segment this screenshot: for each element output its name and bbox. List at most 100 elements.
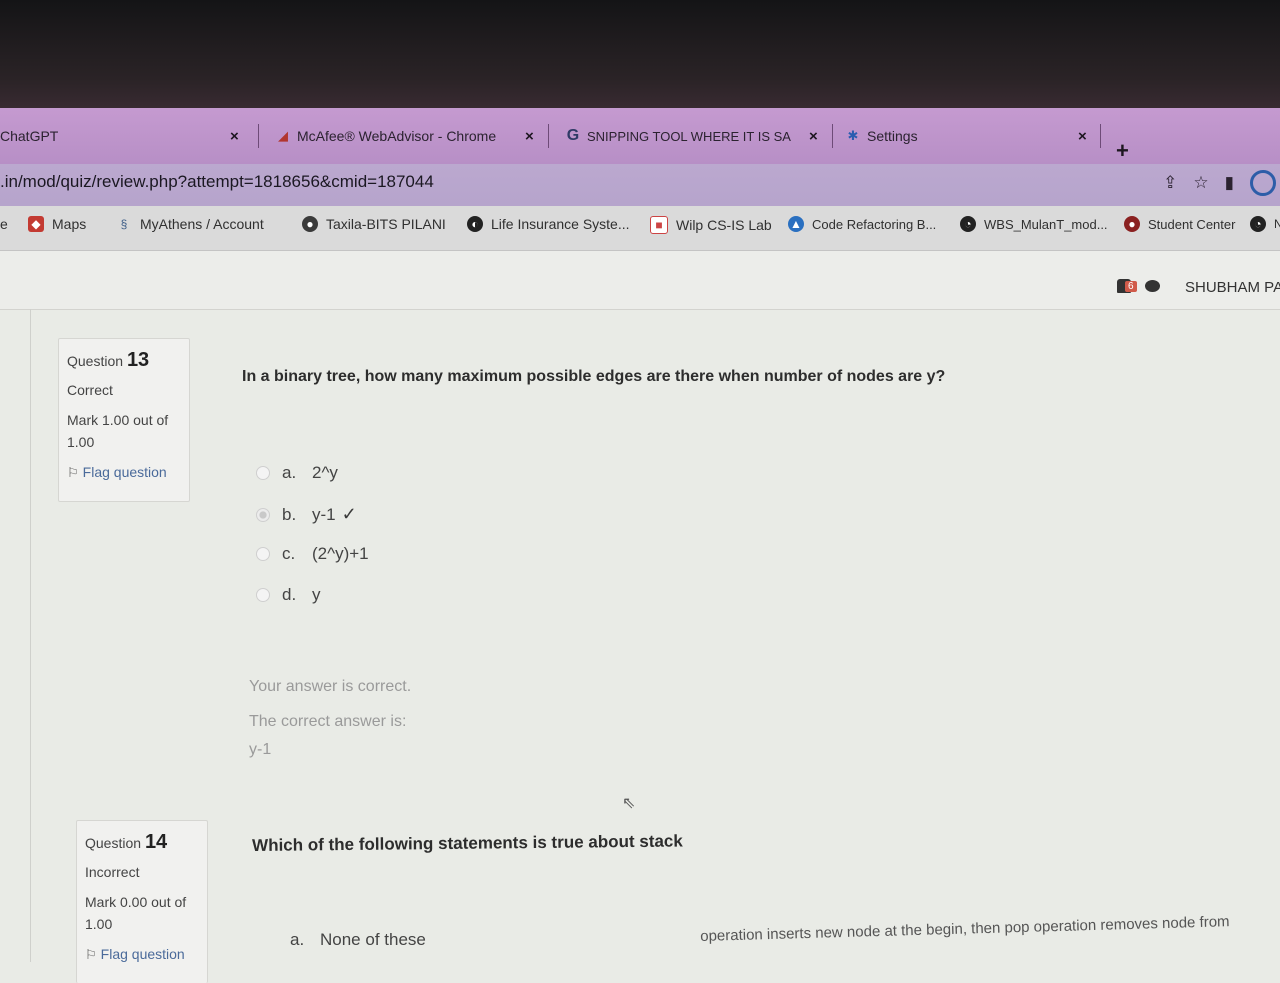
close-icon[interactable]: × (230, 128, 239, 145)
bookmark-label: e (0, 216, 8, 232)
radio-button[interactable] (256, 466, 270, 480)
option-letter: b. (282, 504, 297, 524)
flag-question-button[interactable]: ⚐ Flag question (67, 464, 181, 481)
question-label: Question (67, 353, 124, 369)
feedback-label: The correct answer is: (249, 713, 407, 730)
tab-divider (258, 124, 259, 148)
option-letter: c. (282, 544, 296, 563)
chat-icon[interactable] (1144, 280, 1160, 292)
bookmark-maps[interactable]: ◆ Maps (28, 216, 86, 232)
lab-icon: ■ (650, 216, 668, 234)
mark-max: 1.00 (85, 916, 113, 932)
option-text: y-1 (312, 504, 336, 524)
question-status: Correct (67, 382, 113, 398)
new-tab-button[interactable]: + (1116, 138, 1129, 164)
answer-option-d[interactable]: d. y (256, 585, 321, 605)
tab-mcafee[interactable]: ◢ McAfee® WebAdvisor - Chrome × (276, 122, 544, 150)
question-number: Question 13 (67, 349, 181, 372)
share-icon[interactable]: ⇪ (1163, 173, 1177, 193)
bookmark-code-refactoring[interactable]: ▲ Code Refactoring B... (788, 216, 936, 232)
flag-label: Flag question (100, 946, 185, 962)
bookmark-label: Student Center (1148, 216, 1236, 232)
question-text: Which of the following statements is tru… (252, 831, 683, 855)
option-text: None of these (320, 930, 426, 949)
extension-icon[interactable]: ▮ (1225, 173, 1234, 193)
profile-icon[interactable] (1250, 170, 1276, 196)
flag-question-button[interactable]: ⚐ Flag question (85, 946, 199, 963)
tab-chatgpt[interactable]: ChatGPT × (0, 122, 250, 150)
answer-option-a[interactable]: a. 2^y (256, 463, 338, 483)
bookmark-wilp-lab[interactable]: ■ Wilp CS-IS Lab (650, 216, 772, 234)
mark-text: Mark 0.00 out of (85, 894, 187, 910)
tab-label: SNIPPING TOOL WHERE IT IS SA (587, 128, 791, 144)
bookmark-overflow[interactable]: ◔ N (1250, 216, 1280, 232)
option-text: (2^y)+1 (312, 544, 369, 563)
tab-label: ChatGPT (0, 128, 59, 144)
student-center-icon: ● (1124, 216, 1140, 232)
notifications[interactable]: 6 (1117, 279, 1160, 293)
notification-badge: 6 (1125, 280, 1137, 292)
feedback-correct: Your answer is correct. (249, 678, 412, 695)
tab-divider (1100, 124, 1101, 148)
close-icon[interactable]: × (525, 128, 534, 145)
site-header: 6 SHUBHAM PA (0, 251, 1280, 310)
radio-button[interactable] (256, 547, 270, 561)
mark-text: Mark 1.00 out of (67, 412, 169, 428)
close-icon[interactable]: × (809, 128, 818, 145)
option-letter: a. (282, 463, 297, 482)
option-text: 2^y (312, 463, 338, 482)
mcafee-icon: ◢ (278, 128, 288, 143)
bookmark-label: Maps (52, 216, 87, 232)
answer-option-c[interactable]: c. (2^y)+1 (256, 544, 369, 564)
answer-option-b-text: operation inserts new node at the begin,… (700, 913, 1230, 945)
bookmark-student-center[interactable]: ● Student Center (1124, 216, 1235, 232)
bookmark-wbs[interactable]: ◔ WBS_MulanT_mod... (960, 216, 1108, 232)
user-menu[interactable]: SHUBHAM PA (1185, 279, 1280, 296)
tab-divider (832, 124, 833, 148)
answer-option-a[interactable]: a. None of these (290, 930, 426, 950)
bookmark-label: Code Refactoring B... (812, 216, 937, 232)
page-border (30, 309, 31, 962)
monitor-bezel (0, 0, 1280, 112)
radio-button[interactable] (256, 507, 270, 522)
tab-divider (548, 124, 549, 148)
life-insurance-icon: ◐ (467, 216, 483, 232)
bookmark-label: MyAthens / Account (140, 216, 264, 232)
google-icon: G (566, 127, 580, 144)
question-mark: Mark 0.00 out of 1.00 (85, 894, 199, 932)
question-number-value: 13 (126, 349, 150, 371)
address-bar: .in/mod/quiz/review.php?attempt=1818656&… (0, 164, 1280, 206)
question-number-value: 14 (144, 831, 168, 853)
tab-label: Settings (867, 128, 918, 144)
tab-settings[interactable]: ✱ Settings × (846, 122, 1096, 150)
refactoring-icon: ▲ (788, 216, 804, 232)
bookmark-life-insurance[interactable]: ◐ Life Insurance Syste... (467, 216, 630, 232)
bookmark-taxila[interactable]: ● Taxila-BITS PILANI (302, 216, 446, 232)
taxila-icon: ● (302, 216, 318, 232)
radio-button[interactable] (256, 588, 270, 602)
flag-label: Flag question (82, 464, 167, 480)
question-info-14: Question 14 Incorrect Mark 0.00 out of 1… (76, 820, 208, 983)
bookmark-label: Wilp CS-IS Lab (676, 217, 772, 233)
option-letter: a. (290, 930, 305, 949)
mouse-cursor-icon: ⇖ (622, 795, 636, 812)
tab-google-search[interactable]: G SNIPPING TOOL WHERE IT IS SA × (566, 122, 828, 150)
site-icon: ◔ (1250, 216, 1266, 232)
url-field[interactable]: .in/mod/quiz/review.php?attempt=1818656&… (0, 172, 434, 192)
star-icon[interactable]: ☆ (1193, 173, 1208, 193)
question-text: In a binary tree, how many maximum possi… (242, 368, 946, 385)
athens-icon: § (120, 217, 128, 231)
bookmark-myathens[interactable]: § MyAthens / Account (116, 216, 264, 232)
question-mark: Mark 1.00 out of 1.00 (67, 412, 181, 450)
bookmark-label: Life Insurance Syste... (491, 216, 630, 232)
question-number: Question 14 (85, 831, 199, 854)
bookmark-e[interactable]: e (0, 216, 8, 232)
tab-label: McAfee® WebAdvisor - Chrome (297, 128, 497, 144)
close-icon[interactable]: × (1078, 128, 1087, 145)
gear-icon: ✱ (847, 128, 859, 143)
wbs-icon: ◔ (960, 216, 976, 232)
answer-option-b[interactable]: b. y-1 ✓ (256, 504, 357, 525)
address-bar-actions: ⇪ ☆ ▮ (1163, 170, 1280, 196)
tab-strip: ChatGPT × ◢ McAfee® WebAdvisor - Chrome … (0, 108, 1280, 164)
option-text: y (312, 585, 321, 604)
